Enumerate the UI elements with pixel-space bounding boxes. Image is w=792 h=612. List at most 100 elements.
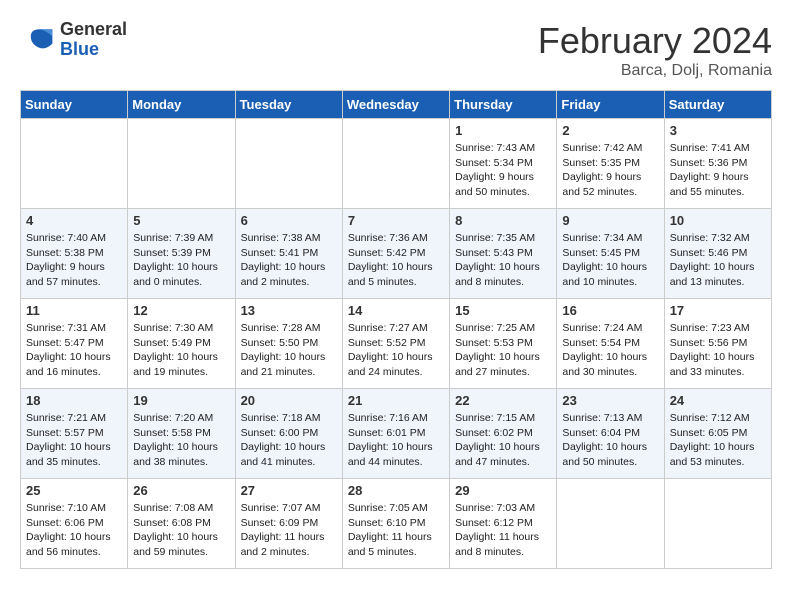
day-header-thursday: Thursday — [450, 91, 557, 119]
day-number: 15 — [455, 303, 551, 318]
day-number: 21 — [348, 393, 444, 408]
calendar-week-row: 11 Sunrise: 7:31 AM Sunset: 5:47 PM Dayli… — [21, 299, 772, 389]
day-info: Sunrise: 7:12 AM Sunset: 6:05 PM Dayligh… — [670, 411, 766, 470]
day-info: Sunrise: 7:42 AM Sunset: 5:35 PM Dayligh… — [562, 141, 658, 200]
month-title: February 2024 — [538, 20, 772, 62]
day-number: 16 — [562, 303, 658, 318]
page-header: General Blue February 2024 Barca, Dolj, … — [20, 20, 772, 80]
day-number: 8 — [455, 213, 551, 228]
day-number: 11 — [26, 303, 122, 318]
day-info: Sunrise: 7:28 AM Sunset: 5:50 PM Dayligh… — [241, 321, 337, 380]
day-number: 23 — [562, 393, 658, 408]
day-number: 27 — [241, 483, 337, 498]
calendar-cell: 28 Sunrise: 7:05 AM Sunset: 6:10 PM Dayli… — [342, 479, 449, 569]
day-number: 2 — [562, 123, 658, 138]
day-number: 26 — [133, 483, 229, 498]
calendar-cell — [342, 119, 449, 209]
calendar-cell — [128, 119, 235, 209]
logo-text: General Blue — [60, 20, 127, 60]
day-info: Sunrise: 7:38 AM Sunset: 5:41 PM Dayligh… — [241, 231, 337, 290]
calendar-cell: 27 Sunrise: 7:07 AM Sunset: 6:09 PM Dayli… — [235, 479, 342, 569]
day-number: 1 — [455, 123, 551, 138]
day-number: 3 — [670, 123, 766, 138]
calendar-week-row: 18 Sunrise: 7:21 AM Sunset: 5:57 PM Dayli… — [21, 389, 772, 479]
day-info: Sunrise: 7:21 AM Sunset: 5:57 PM Dayligh… — [26, 411, 122, 470]
calendar-header-row: SundayMondayTuesdayWednesdayThursdayFrid… — [21, 91, 772, 119]
calendar-cell: 5Sunrise: 7:39 AM Sunset: 5:39 PM Daylig… — [128, 209, 235, 299]
day-number: 10 — [670, 213, 766, 228]
calendar-cell: 23Sunrise: 7:13 AM Sunset: 6:04 PM Dayli… — [557, 389, 664, 479]
calendar-cell: 11 Sunrise: 7:31 AM Sunset: 5:47 PM Dayli… — [21, 299, 128, 389]
calendar-cell: 19 Sunrise: 7:20 AM Sunset: 5:58 PM Dayli… — [128, 389, 235, 479]
calendar-cell: 7 Sunrise: 7:36 AM Sunset: 5:42 PM Daylig… — [342, 209, 449, 299]
day-number: 4 — [26, 213, 122, 228]
calendar-cell: 22Sunrise: 7:15 AM Sunset: 6:02 PM Dayli… — [450, 389, 557, 479]
calendar-cell: 21 Sunrise: 7:16 AM Sunset: 6:01 PM Dayli… — [342, 389, 449, 479]
calendar-cell — [21, 119, 128, 209]
day-info: Sunrise: 7:32 AM Sunset: 5:46 PM Dayligh… — [670, 231, 766, 290]
calendar-cell: 26 Sunrise: 7:08 AM Sunset: 6:08 PM Dayli… — [128, 479, 235, 569]
day-info: Sunrise: 7:34 AM Sunset: 5:45 PM Dayligh… — [562, 231, 658, 290]
day-number: 13 — [241, 303, 337, 318]
day-number: 6 — [241, 213, 337, 228]
day-info: Sunrise: 7:41 AM Sunset: 5:36 PM Dayligh… — [670, 141, 766, 200]
calendar-cell: 6 Sunrise: 7:38 AM Sunset: 5:41 PM Daylig… — [235, 209, 342, 299]
calendar-cell — [664, 479, 771, 569]
title-block: February 2024 Barca, Dolj, Romania — [538, 20, 772, 80]
calendar-cell: 14 Sunrise: 7:27 AM Sunset: 5:52 PM Dayli… — [342, 299, 449, 389]
day-number: 18 — [26, 393, 122, 408]
day-header-friday: Friday — [557, 91, 664, 119]
calendar-cell: 10 Sunrise: 7:32 AM Sunset: 5:46 PM Dayli… — [664, 209, 771, 299]
day-info: Sunrise: 7:23 AM Sunset: 5:56 PM Dayligh… — [670, 321, 766, 380]
day-info: Sunrise: 7:24 AM Sunset: 5:54 PM Dayligh… — [562, 321, 658, 380]
calendar-cell — [557, 479, 664, 569]
day-header-monday: Monday — [128, 91, 235, 119]
day-info: Sunrise: 7:20 AM Sunset: 5:58 PM Dayligh… — [133, 411, 229, 470]
day-number: 22 — [455, 393, 551, 408]
calendar-cell: 12Sunrise: 7:30 AM Sunset: 5:49 PM Dayli… — [128, 299, 235, 389]
day-header-tuesday: Tuesday — [235, 91, 342, 119]
day-header-saturday: Saturday — [664, 91, 771, 119]
day-header-sunday: Sunday — [21, 91, 128, 119]
day-number: 7 — [348, 213, 444, 228]
calendar-cell: 3 Sunrise: 7:41 AM Sunset: 5:36 PM Daylig… — [664, 119, 771, 209]
calendar-cell: 8Sunrise: 7:35 AM Sunset: 5:43 PM Daylig… — [450, 209, 557, 299]
calendar-cell: 1Sunrise: 7:43 AM Sunset: 5:34 PM Daylig… — [450, 119, 557, 209]
day-header-wednesday: Wednesday — [342, 91, 449, 119]
calendar-cell: 20 Sunrise: 7:18 AM Sunset: 6:00 PM Dayli… — [235, 389, 342, 479]
calendar-cell: 9 Sunrise: 7:34 AM Sunset: 5:45 PM Daylig… — [557, 209, 664, 299]
day-info: Sunrise: 7:16 AM Sunset: 6:01 PM Dayligh… — [348, 411, 444, 470]
calendar-cell: 13 Sunrise: 7:28 AM Sunset: 5:50 PM Dayli… — [235, 299, 342, 389]
calendar-cell: 2 Sunrise: 7:42 AM Sunset: 5:35 PM Daylig… — [557, 119, 664, 209]
day-info: Sunrise: 7:03 AM Sunset: 6:12 PM Dayligh… — [455, 501, 551, 560]
day-number: 17 — [670, 303, 766, 318]
day-number: 9 — [562, 213, 658, 228]
day-info: Sunrise: 7:25 AM Sunset: 5:53 PM Dayligh… — [455, 321, 551, 380]
day-info: Sunrise: 7:10 AM Sunset: 6:06 PM Dayligh… — [26, 501, 122, 560]
day-number: 20 — [241, 393, 337, 408]
day-number: 25 — [26, 483, 122, 498]
day-info: Sunrise: 7:40 AM Sunset: 5:38 PM Dayligh… — [26, 231, 122, 290]
calendar-cell: 18 Sunrise: 7:21 AM Sunset: 5:57 PM Dayli… — [21, 389, 128, 479]
calendar-cell: 15 Sunrise: 7:25 AM Sunset: 5:53 PM Dayli… — [450, 299, 557, 389]
day-info: Sunrise: 7:27 AM Sunset: 5:52 PM Dayligh… — [348, 321, 444, 380]
calendar-cell: 4 Sunrise: 7:40 AM Sunset: 5:38 PM Daylig… — [21, 209, 128, 299]
day-number: 29 — [455, 483, 551, 498]
day-info: Sunrise: 7:31 AM Sunset: 5:47 PM Dayligh… — [26, 321, 122, 380]
day-number: 28 — [348, 483, 444, 498]
calendar-week-row: 1Sunrise: 7:43 AM Sunset: 5:34 PM Daylig… — [21, 119, 772, 209]
logo-blue: Blue — [60, 39, 99, 59]
calendar-cell: 16 Sunrise: 7:24 AM Sunset: 5:54 PM Dayli… — [557, 299, 664, 389]
day-info: Sunrise: 7:08 AM Sunset: 6:08 PM Dayligh… — [133, 501, 229, 560]
day-number: 14 — [348, 303, 444, 318]
calendar-table: SundayMondayTuesdayWednesdayThursdayFrid… — [20, 90, 772, 569]
day-info: Sunrise: 7:05 AM Sunset: 6:10 PM Dayligh… — [348, 501, 444, 560]
calendar-cell — [235, 119, 342, 209]
day-info: Sunrise: 7:30 AM Sunset: 5:49 PM Dayligh… — [133, 321, 229, 380]
calendar-week-row: 25 Sunrise: 7:10 AM Sunset: 6:06 PM Dayli… — [21, 479, 772, 569]
day-info: Sunrise: 7:18 AM Sunset: 6:00 PM Dayligh… — [241, 411, 337, 470]
day-info: Sunrise: 7:07 AM Sunset: 6:09 PM Dayligh… — [241, 501, 337, 560]
day-number: 19 — [133, 393, 229, 408]
calendar-cell: 24Sunrise: 7:12 AM Sunset: 6:05 PM Dayli… — [664, 389, 771, 479]
day-info: Sunrise: 7:36 AM Sunset: 5:42 PM Dayligh… — [348, 231, 444, 290]
